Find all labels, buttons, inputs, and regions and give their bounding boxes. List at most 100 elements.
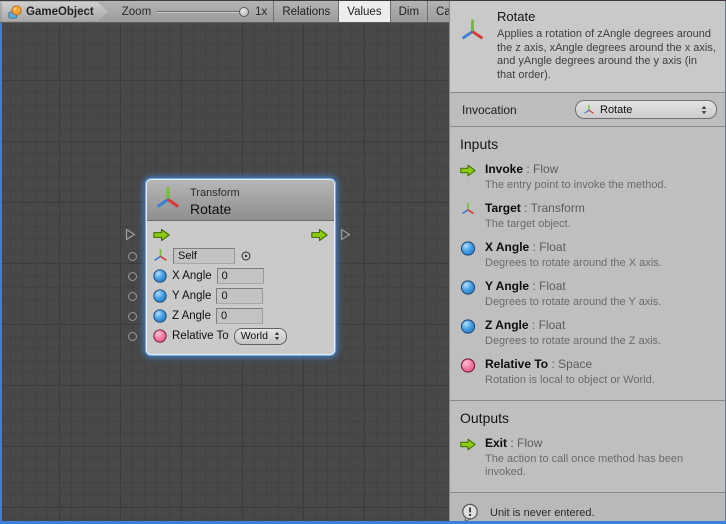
- port-description: The entry point to invoke the method.: [485, 179, 715, 192]
- zoom-value: 1x: [255, 6, 267, 18]
- y-angle-label: Y Angle: [172, 290, 211, 302]
- port-type: : Flow: [510, 436, 542, 450]
- float-port-icon: [460, 318, 477, 348]
- flow-arrow-icon: [460, 162, 477, 192]
- relative-to-dropdown[interactable]: World: [234, 328, 287, 345]
- breadcrumb-label: GameObject: [26, 6, 94, 18]
- transform-axes-icon: [460, 201, 477, 231]
- inputs-heading: Inputs: [460, 136, 717, 152]
- port-description: Rotation is local to object or World.: [485, 374, 715, 387]
- port-type: : Transform: [524, 201, 585, 215]
- x-angle-port-icon[interactable]: [153, 269, 167, 283]
- invoke-flow-port-icon[interactable]: [153, 228, 170, 242]
- target-port-connector[interactable]: [128, 252, 137, 261]
- transform-axes-icon: [583, 104, 595, 116]
- tab-relations[interactable]: Relations: [273, 1, 338, 22]
- input-entry-x-angle: X Angle : Float Degrees to rotate around…: [460, 240, 717, 270]
- port-name: Invoke: [485, 162, 523, 176]
- flow-input-connector-icon[interactable]: [125, 228, 136, 241]
- zoom-control: Zoom 1x: [122, 1, 268, 22]
- target-port-icon[interactable]: [153, 248, 168, 264]
- focus-border-left: [0, 23, 2, 524]
- port-name: X Angle: [485, 240, 529, 254]
- flow-arrow-icon: [460, 436, 477, 479]
- x-angle-input[interactable]: 0: [217, 268, 264, 284]
- port-name: Relative To: [485, 357, 548, 371]
- outputs-heading: Outputs: [460, 410, 717, 426]
- y-angle-port-icon[interactable]: [153, 289, 167, 303]
- z-angle-input[interactable]: 0: [216, 308, 263, 324]
- z-angle-label: Z Angle: [172, 310, 211, 322]
- float-port-icon: [460, 240, 477, 270]
- port-type: : Float: [533, 240, 566, 254]
- toolbar-tabs: Relations Values Dim Carry: [273, 1, 472, 22]
- z-angle-port-icon[interactable]: [153, 309, 167, 323]
- outputs-section: Outputs Exit : Flow The action to call o…: [450, 401, 725, 492]
- invocation-dropdown[interactable]: Rotate: [575, 100, 717, 119]
- port-type: : Flow: [526, 162, 558, 176]
- port-description: The action to call once method has been …: [485, 453, 715, 479]
- panel-title: Rotate: [497, 9, 717, 24]
- input-entry-y-angle: Y Angle : Float Degrees to rotate around…: [460, 279, 717, 309]
- port-description: Degrees to rotate around the Z axis.: [485, 335, 715, 348]
- target-input[interactable]: Self: [173, 248, 235, 264]
- relative-to-port-connector[interactable]: [128, 332, 137, 341]
- graph-canvas[interactable]: Transform Rotate Self X Angle: [2, 23, 449, 522]
- port-name: Y Angle: [485, 279, 529, 293]
- y-angle-port-connector[interactable]: [128, 292, 137, 301]
- port-type: : Float: [532, 279, 565, 293]
- gameobject-icon: [8, 5, 22, 19]
- node-header[interactable]: Transform Rotate: [147, 180, 334, 221]
- input-entry-z-angle: Z Angle : Float Degrees to rotate around…: [460, 318, 717, 348]
- port-type: : Float: [532, 318, 565, 332]
- input-entry-target: Target : Transform The target object.: [460, 201, 717, 231]
- float-port-icon: [460, 279, 477, 309]
- warning-text: Unit is never entered.: [490, 507, 595, 519]
- breadcrumb-gameobject[interactable]: GameObject: [2, 2, 108, 21]
- node-title: Rotate: [190, 201, 240, 219]
- z-angle-port-connector[interactable]: [128, 312, 137, 321]
- zoom-slider-knob[interactable]: [239, 7, 249, 17]
- relative-to-value: World: [241, 330, 268, 342]
- object-picker-icon[interactable]: [240, 250, 252, 262]
- space-port-icon: [460, 357, 477, 387]
- invocation-value: Rotate: [600, 104, 693, 116]
- warning-row: Unit is never entered.: [450, 492, 725, 524]
- warning-bubble-icon: [460, 503, 480, 523]
- port-name: Target: [485, 201, 521, 215]
- relative-to-label: Relative To: [172, 330, 229, 342]
- dropdown-arrows-icon: [271, 330, 283, 342]
- tab-dim[interactable]: Dim: [390, 1, 427, 22]
- exit-flow-port-icon[interactable]: [311, 228, 328, 242]
- transform-axes-icon: [460, 17, 485, 45]
- invocation-row: Invocation Rotate: [450, 93, 725, 127]
- zoom-slider-track: [157, 11, 249, 13]
- bolt-graph-window: GameObject Zoom 1x Relations Values Dim …: [0, 0, 726, 524]
- y-angle-input[interactable]: 0: [216, 288, 263, 304]
- x-angle-label: X Angle: [172, 270, 212, 282]
- port-type: : Space: [551, 357, 592, 371]
- relative-to-port-icon[interactable]: [153, 329, 167, 343]
- graph-toolbar: GameObject Zoom 1x Relations Values Dim …: [0, 1, 449, 23]
- transform-axes-icon: [155, 185, 181, 213]
- port-name: Z Angle: [485, 318, 529, 332]
- output-entry-exit: Exit : Flow The action to call once meth…: [460, 436, 717, 479]
- input-entry-relative-to: Relative To : Space Rotation is local to…: [460, 357, 717, 387]
- inspector-panel: Rotate Applies a rotation of zAngle degr…: [449, 1, 725, 522]
- tab-values[interactable]: Values: [338, 1, 389, 22]
- panel-description: Applies a rotation of zAngle degrees aro…: [497, 28, 717, 82]
- input-entry-invoke: Invoke : Flow The entry point to invoke …: [460, 162, 717, 192]
- invocation-label: Invocation: [462, 103, 517, 117]
- port-name: Exit: [485, 436, 507, 450]
- zoom-label: Zoom: [122, 6, 151, 18]
- x-angle-port-connector[interactable]: [128, 272, 137, 281]
- port-description: Degrees to rotate around the X axis.: [485, 257, 715, 270]
- rotate-unit-node[interactable]: Transform Rotate Self X Angle: [146, 179, 335, 355]
- inputs-section: Inputs Invoke : Flow The entry point to …: [450, 127, 725, 400]
- flow-output-connector-icon[interactable]: [340, 228, 351, 241]
- zoom-slider[interactable]: [157, 7, 249, 17]
- node-body: Self X Angle 0 Y Angle 0 Z Angle 0: [147, 221, 334, 354]
- port-description: The target object.: [485, 218, 715, 231]
- dropdown-arrows-icon: [698, 104, 710, 116]
- port-description: Degrees to rotate around the Y axis.: [485, 296, 715, 309]
